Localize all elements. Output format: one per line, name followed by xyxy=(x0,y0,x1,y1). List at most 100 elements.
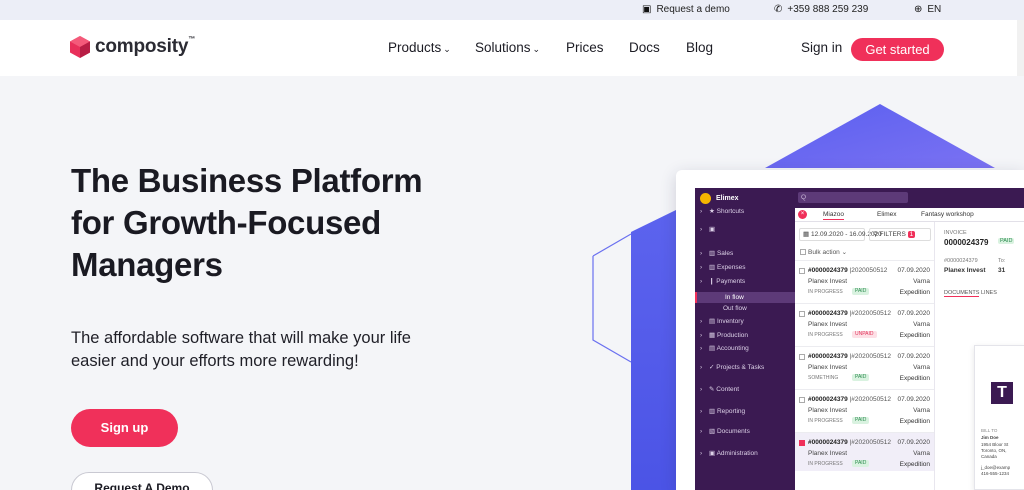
sidebar-item[interactable]: Out flow xyxy=(695,303,795,314)
sidebar-item-label: Reporting xyxy=(716,408,746,415)
tab-lines[interactable]: LINES xyxy=(981,290,997,296)
phone-link[interactable]: ✆ +359 888 259 239 xyxy=(774,4,868,15)
composity-logo[interactable]: composity™ xyxy=(70,36,195,58)
nav-solutions[interactable]: Solutions ⌄ xyxy=(475,40,540,55)
chevron-right-icon: › xyxy=(700,208,703,215)
row-id: #0000024379 |#2020050512 xyxy=(808,439,892,446)
sign-up-button[interactable]: Sign up xyxy=(71,409,178,447)
row-client: Planex Invest xyxy=(808,278,848,285)
document-preview[interactable]: T BILL TO Jim Doe 1954 Bloor St Toronto,… xyxy=(974,345,1024,490)
close-icon[interactable]: × xyxy=(798,210,807,219)
row-status: IN PROGRESS xyxy=(808,289,843,295)
sidebar-item[interactable]: › ▥ Sales xyxy=(695,248,795,259)
sidebar-item[interactable]: › ▤ Inventory xyxy=(695,316,795,327)
app-main: Q × Miazoo Elimex Fantasy workshop ▦ 12.… xyxy=(795,188,1024,490)
row-checkbox[interactable] xyxy=(799,440,805,446)
bill-to-address-3: Canada xyxy=(981,454,997,459)
row-payment-badge: PAID xyxy=(852,460,870,467)
bulk-action-select[interactable]: Bulk action ⌄ xyxy=(800,248,847,256)
sidebar-item[interactable]: › ✎ Content xyxy=(695,384,795,395)
nav-docs[interactable]: Docs xyxy=(629,40,660,55)
tab-elimex[interactable]: Elimex xyxy=(877,211,897,218)
invoice-list: ▦ 12.09.2020 - 16.09.2020 ⚲ FILTERS 1 Bu… xyxy=(795,222,934,490)
app-company-header: Elimex xyxy=(695,188,795,208)
sidebar-item[interactable]: › ▤ Accounting xyxy=(695,343,795,354)
box-icon: ▤ xyxy=(709,318,717,325)
row-checkbox[interactable] xyxy=(799,354,805,360)
hero-subtitle: The affordable software that will make y… xyxy=(71,329,411,370)
sidebar-item[interactable]: › ▧ Documents xyxy=(695,426,795,437)
row-date: 07.09.2020 xyxy=(897,353,930,360)
sign-in-link[interactable]: Sign in xyxy=(801,40,842,55)
sidebar-item[interactable]: › ▥ Reporting xyxy=(695,406,795,417)
sidebar-item[interactable]: › ▣ xyxy=(695,224,795,235)
tab-fantasy-workshop[interactable]: Fantasy workshop xyxy=(921,211,974,218)
bill-to-name: Jim Doe xyxy=(981,435,999,440)
sidebar-item[interactable]: › ❙ Payments xyxy=(695,276,795,287)
row-client: Planex Invest xyxy=(808,321,848,328)
sidebar-item-label: Documents xyxy=(716,428,750,435)
bill-to-address-2: Toronto, ON, xyxy=(981,448,1007,453)
sidebar-item[interactable]: › ▦ Production xyxy=(695,330,795,341)
row-type: Expedition xyxy=(899,418,930,425)
sidebar-item-label: Production xyxy=(716,332,749,339)
invoice-detail: INVOICE 0000024379 PAID #0000024379 To: … xyxy=(934,222,1024,490)
chevron-down-icon: ⌄ xyxy=(532,44,541,54)
nav-products[interactable]: Products ⌄ xyxy=(388,40,451,55)
row-status: IN PROGRESS xyxy=(808,418,843,424)
row-city: Varna xyxy=(913,407,930,414)
chevron-right-icon: › xyxy=(700,332,703,339)
sidebar-item-label: Payments xyxy=(716,278,746,285)
table-row[interactable]: #0000024379 |#2020050512 07.09.2020 Planex… xyxy=(795,389,934,428)
row-checkbox[interactable] xyxy=(799,268,805,274)
sidebar-item[interactable]: In flow xyxy=(695,292,795,303)
scrollbar[interactable] xyxy=(1017,20,1024,76)
language-label: EN xyxy=(927,4,942,15)
filters-button[interactable]: ⚲ FILTERS 1 xyxy=(869,228,931,241)
request-demo-button[interactable]: Request A Demo xyxy=(71,472,213,490)
sidebar-item[interactable]: › ▥ Expenses xyxy=(695,262,795,273)
tab-documents[interactable]: DOCUMENTS xyxy=(944,290,980,297)
row-id: #0000024379 |#2020050512 xyxy=(808,310,892,317)
row-status: SOMETHING xyxy=(808,375,839,381)
row-client: Planex Invest xyxy=(808,450,848,457)
hero-title: The Business Platform for Growth-Focused… xyxy=(71,162,423,283)
language-selector[interactable]: ⊕ EN xyxy=(914,4,941,15)
bulk-checkbox[interactable] xyxy=(800,249,806,256)
detail-label: INVOICE xyxy=(944,230,967,236)
chevron-right-icon: › xyxy=(700,278,703,285)
row-client: Planex Invest xyxy=(808,364,848,371)
sidebar-item-label: Out flow xyxy=(723,305,747,312)
bill-to-email: j_doe@examp xyxy=(981,465,1011,470)
gear-icon: ▦ xyxy=(709,332,717,339)
row-checkbox[interactable] xyxy=(799,397,805,403)
row-date: 07.09.2020 xyxy=(897,267,930,274)
request-demo-link[interactable]: ▣ Request a demo xyxy=(642,4,730,15)
sidebar-item-label: Projects & Tasks xyxy=(716,364,765,371)
nav-prices[interactable]: Prices xyxy=(566,40,604,55)
app-search-input[interactable]: Q xyxy=(798,192,908,203)
table-row[interactable]: #0000024379 |#2020050512 07.09.2020 Planex… xyxy=(795,303,934,342)
get-started-button[interactable]: Get started xyxy=(851,38,944,61)
nav-blog[interactable]: Blog xyxy=(686,40,713,55)
row-status: IN PROGRESS xyxy=(808,461,843,467)
tab-miazoo[interactable]: Miazoo xyxy=(823,211,844,220)
row-type: Expedition xyxy=(899,375,930,382)
row-city: Varna xyxy=(913,321,930,328)
row-date: 07.09.2020 xyxy=(897,396,930,403)
logo-text: composity™ xyxy=(95,36,196,57)
sidebar-item[interactable]: › ★ Shortcuts xyxy=(695,206,795,217)
table-row[interactable]: #0000024379 |#2020050512 07.09.2020 Planex… xyxy=(795,346,934,385)
row-id: #0000024379 |#2020050512 xyxy=(808,396,892,403)
user-icon: ▣ xyxy=(709,226,716,233)
sidebar-item[interactable]: › ▣ Administration xyxy=(695,448,795,459)
filters-count-badge: 1 xyxy=(907,231,916,238)
sidebar-item[interactable]: › ✓ Projects & Tasks xyxy=(695,362,795,373)
chart-icon: ▥ xyxy=(709,408,717,415)
sidebar-item-label: Content xyxy=(716,386,740,393)
filters-label: FILTERS xyxy=(879,231,906,238)
table-row[interactable]: #0000024379 |2020050512 07.09.2020 Planex … xyxy=(795,260,934,299)
row-checkbox[interactable] xyxy=(799,311,805,317)
date-range-field[interactable]: ▦ 12.09.2020 - 16.09.2020 xyxy=(799,228,882,241)
table-row[interactable]: #0000024379 |#2020050512 07.09.2020 Planex… xyxy=(795,432,934,471)
